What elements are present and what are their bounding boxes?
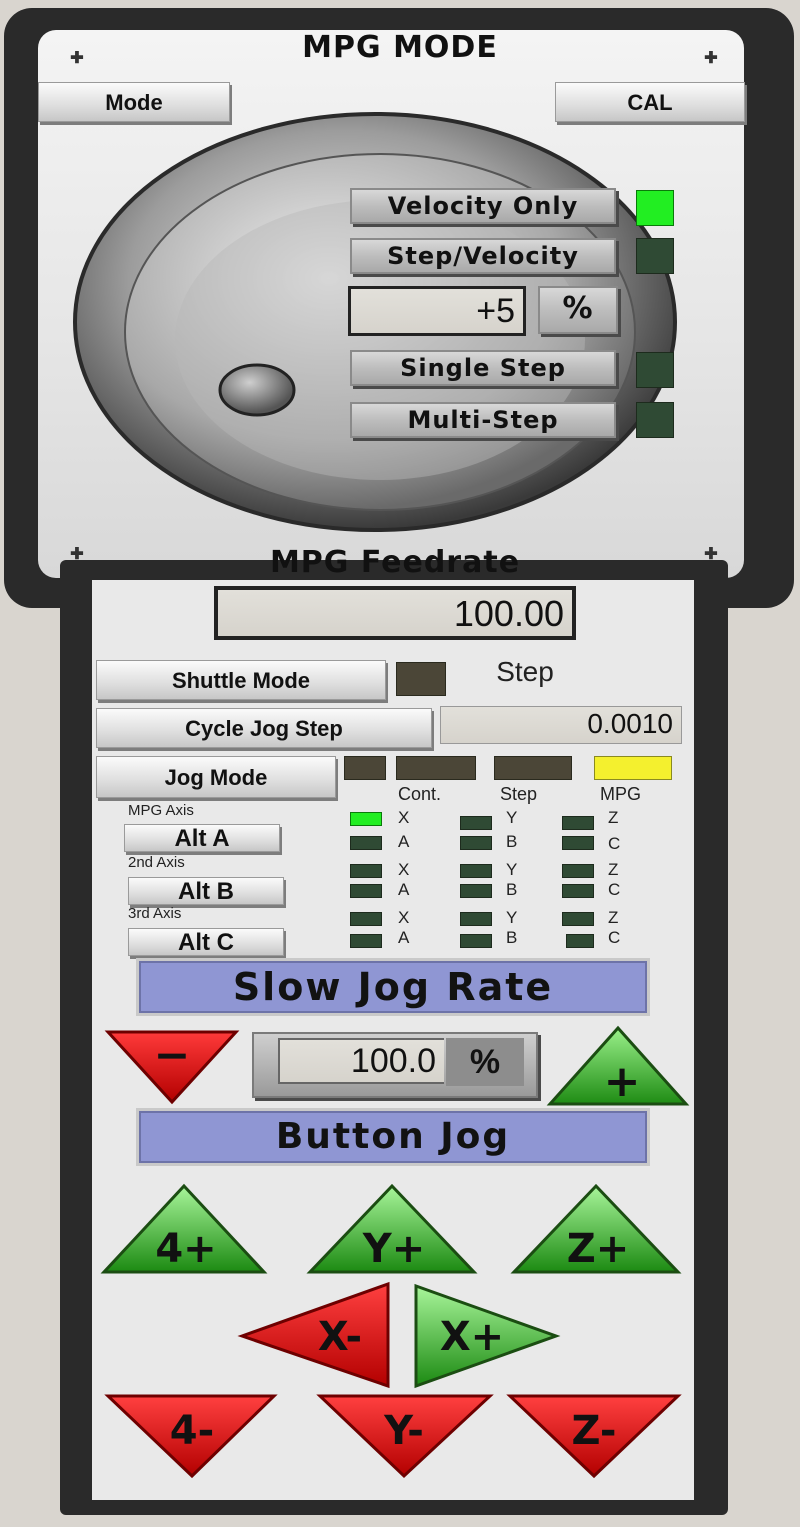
minus-icon: − [154, 1030, 191, 1081]
axis1-a-led[interactable] [350, 836, 382, 850]
screw-icon: ✚ [704, 50, 718, 67]
svg-text:Y+: Y+ [362, 1226, 425, 1272]
axis2-y-led[interactable] [460, 864, 492, 878]
jog-x-minus-button[interactable]: X- [237, 1281, 390, 1389]
3rd-axis-label: 3rd Axis [128, 905, 182, 922]
axis3-y-label: Y [506, 908, 518, 927]
mpg-feedrate-title: MPG Feedrate [269, 545, 521, 580]
screw-icon: ✚ [70, 50, 84, 67]
jog-x-plus-button[interactable]: X+ [414, 1283, 561, 1389]
axis2-b-led[interactable] [460, 884, 492, 898]
jog-buttons: 4+ Y+ Z+ X- X+ 4- Y- Z- [100, 1183, 682, 1479]
slow-jog-percent-label: % [446, 1038, 524, 1086]
axis1-y-led[interactable] [460, 816, 492, 830]
velocity-only-led [636, 190, 674, 226]
plus-icon: + [604, 1056, 641, 1107]
svg-text:Z-: Z- [572, 1408, 617, 1454]
svg-text:Y-: Y- [383, 1408, 424, 1454]
jog-y-minus-button[interactable]: Y- [316, 1394, 494, 1479]
jog-cont-led [396, 756, 476, 780]
axis1-x-led[interactable] [350, 812, 382, 826]
axis3-x-led[interactable] [350, 912, 382, 926]
mpg-mode-title: MPG MODE [302, 30, 498, 65]
axis1-c-led[interactable] [562, 836, 594, 850]
svg-text:X+: X+ [440, 1314, 504, 1360]
axis2-x-led[interactable] [350, 864, 382, 878]
axis3-b-led[interactable] [460, 934, 492, 948]
step-velocity-button[interactable]: Step/Velocity [350, 238, 616, 274]
svg-text:4-: 4- [170, 1408, 214, 1454]
axis1-b-led[interactable] [460, 836, 492, 850]
velocity-only-button[interactable]: Velocity Only [350, 188, 616, 224]
axis3-c-led[interactable] [566, 934, 594, 948]
axis3-z-led[interactable] [562, 912, 594, 926]
slow-jog-plus-button[interactable]: + [546, 1024, 690, 1108]
jog-mpg-led [594, 756, 672, 780]
multi-step-button[interactable]: Multi-Step [350, 402, 616, 438]
axis2-a-led[interactable] [350, 884, 382, 898]
axis3-x-label: X [398, 908, 410, 927]
button-jog-banner: Button Jog [136, 1108, 650, 1166]
shuttle-mode-button[interactable]: Shuttle Mode [96, 660, 386, 700]
alt-b-button[interactable]: Alt B [128, 877, 284, 905]
jog-y-plus-button[interactable]: Y+ [306, 1183, 478, 1274]
col-label-mpg: MPG [600, 784, 642, 804]
axis1-a-label: A [398, 832, 410, 851]
axis3-a-led[interactable] [350, 934, 382, 948]
mpg-feedrate-field[interactable]: 100.00 [214, 586, 576, 640]
axis1-z-label: Z [608, 808, 619, 827]
axis3-a-label: A [398, 928, 410, 947]
axis3-z-label: Z [608, 908, 619, 927]
jog-mode-led [344, 756, 386, 780]
jog-z-plus-button[interactable]: Z+ [510, 1183, 682, 1274]
axis3-y-led[interactable] [460, 912, 492, 926]
jog-z-minus-button[interactable]: Z- [506, 1394, 682, 1479]
jog-mode-button[interactable]: Jog Mode [96, 756, 336, 798]
shuttle-mode-led [396, 662, 446, 696]
alt-a-button[interactable]: Alt A [124, 824, 280, 852]
axis1-c-label: C [608, 834, 621, 853]
slow-jog-rate-banner: Slow Jog Rate [136, 958, 650, 1016]
slow-jog-minus-button[interactable]: − [104, 1026, 240, 1106]
axis2-x-label: X [398, 860, 410, 879]
axis1-x-label: X [398, 808, 410, 827]
step-velocity-led [636, 238, 674, 274]
wheel-knob-icon [218, 363, 296, 417]
mpg-percent-button[interactable]: % [538, 286, 618, 334]
mpg-axis-label: MPG Axis [128, 802, 194, 819]
alt-c-button[interactable]: Alt C [128, 928, 284, 956]
single-step-button[interactable]: Single Step [350, 350, 616, 386]
mpg-percent-field[interactable]: +5 [348, 286, 526, 336]
axis1-y-label: Y [506, 808, 518, 827]
col-label-cont: Cont. [398, 784, 442, 804]
axis2-z-led[interactable] [562, 864, 594, 878]
jog-step-field[interactable]: 0.0010 [440, 706, 682, 744]
axis2-b-label: B [506, 880, 518, 899]
col-label-step: Step [500, 784, 538, 804]
shuttle-status-text: Step [496, 656, 554, 687]
axis2-z-label: Z [608, 860, 619, 879]
axis1-b-label: B [506, 832, 518, 851]
axis2-a-label: A [398, 880, 410, 899]
multi-step-led [636, 402, 674, 438]
axis1-z-led[interactable] [562, 816, 594, 830]
jog-a-minus-button[interactable]: 4- [104, 1394, 278, 1479]
jog-a-plus-button[interactable]: 4+ [100, 1183, 268, 1274]
2nd-axis-label: 2nd Axis [128, 854, 185, 871]
axis2-c-led[interactable] [562, 884, 594, 898]
svg-text:Z+: Z+ [567, 1226, 630, 1272]
slow-jog-rate-field[interactable]: 100.0 [278, 1038, 444, 1084]
axis3-b-label: B [506, 928, 518, 947]
cycle-jog-step-button[interactable]: Cycle Jog Step [96, 708, 432, 748]
axis3-c-label: C [608, 928, 621, 947]
axis2-y-label: Y [506, 860, 518, 879]
svg-text:X-: X- [318, 1314, 362, 1360]
axis2-c-label: C [608, 880, 621, 899]
single-step-led [636, 352, 674, 388]
jog-step-led [494, 756, 572, 780]
svg-text:4+: 4+ [155, 1226, 216, 1272]
